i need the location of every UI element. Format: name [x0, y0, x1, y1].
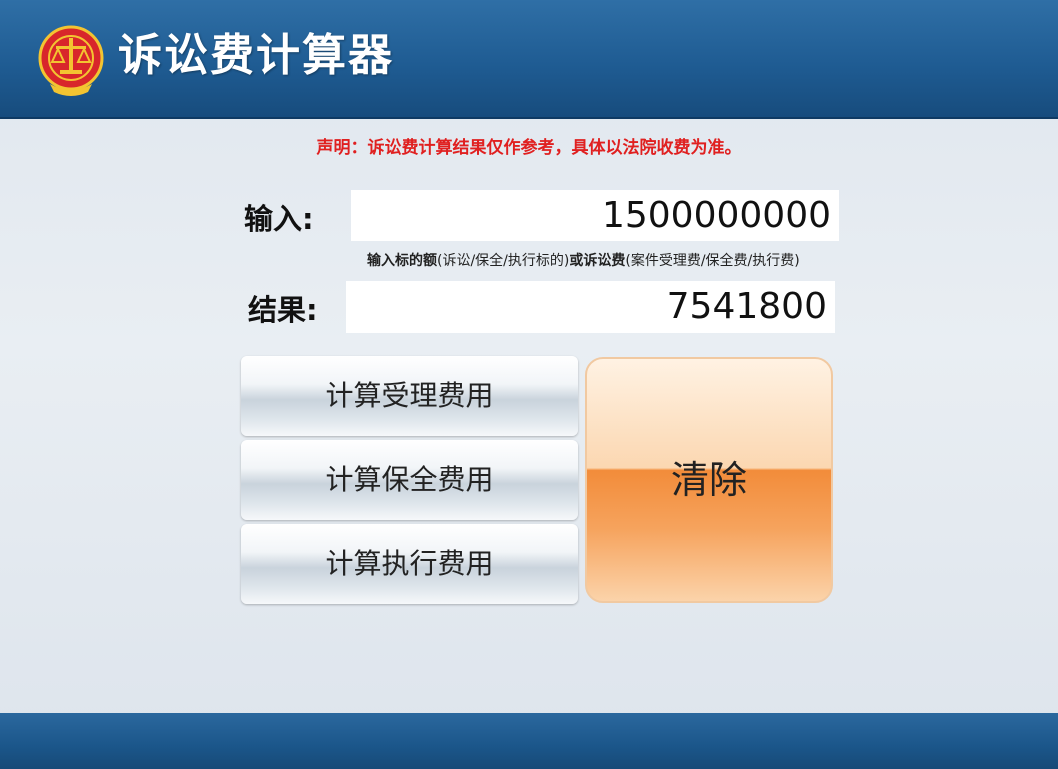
- input-label: 输入:: [244, 202, 314, 236]
- hint-part-4: (案件受理费/保全费/执行费): [625, 253, 800, 269]
- input-hint: 输入标的额(诉讼/保全/执行标的)或诉讼费(案件受理费/保全费/执行费): [367, 250, 800, 270]
- result-field: 7541800: [346, 281, 835, 333]
- calculate-preservation-fee-button[interactable]: 计算保全费用: [241, 440, 578, 520]
- amount-input[interactable]: [351, 190, 839, 241]
- hint-part-3: 或诉讼费: [569, 253, 626, 269]
- app-footer: [0, 713, 1058, 769]
- calculate-execution-fee-button[interactable]: 计算执行费用: [241, 524, 578, 604]
- hint-part-2: (诉讼/保全/执行标的): [437, 253, 570, 269]
- disclaimer-text: 声明：诉讼费计算结果仅作参考，具体以法院收费为准。: [316, 138, 742, 158]
- clear-button[interactable]: 清除: [585, 357, 833, 603]
- calculate-acceptance-fee-button[interactable]: 计算受理费用: [241, 356, 578, 436]
- hint-part-1: 输入标的额: [367, 253, 437, 269]
- app-header: 诉讼费计算器: [0, 0, 1058, 119]
- result-label: 结果:: [248, 293, 318, 327]
- app-title: 诉讼费计算器: [118, 30, 394, 81]
- court-emblem-icon: [38, 25, 104, 96]
